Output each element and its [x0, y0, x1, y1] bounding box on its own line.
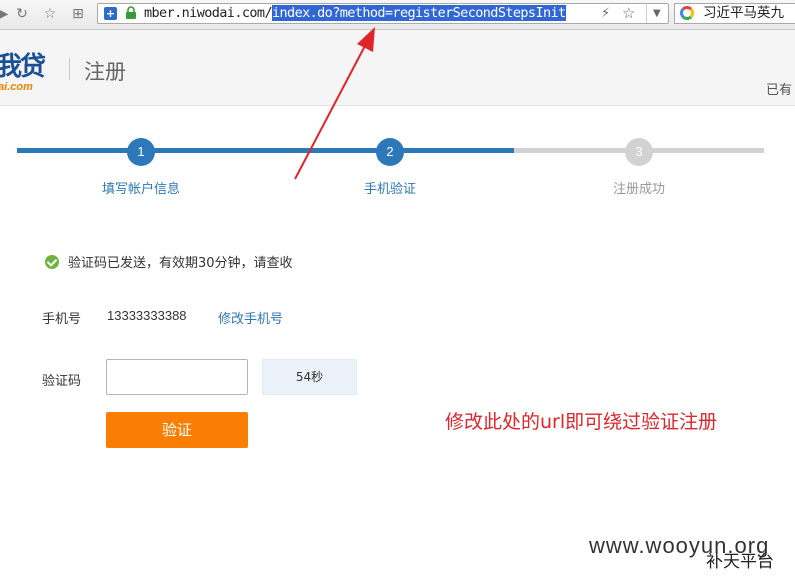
logo-domain: ai.com [0, 81, 33, 93]
grid-apps-icon[interactable]: ⊞ [69, 5, 87, 23]
resend-countdown-button[interactable]: 54秒 [262, 359, 357, 395]
verification-code-input[interactable] [106, 359, 248, 395]
reload-icon[interactable]: ↻ [13, 5, 31, 23]
address-bar[interactable]: + mber.niwodai.com/index.do?method=regis… [97, 3, 669, 24]
search-query: 习近平马英九 [703, 5, 784, 21]
lightning-icon[interactable]: ⚡ [601, 5, 610, 22]
browser-toolbar: ▶ ↻ ☆ ⊞ + mber.niwodai.com/index.do?meth… [0, 0, 795, 30]
login-hint[interactable]: 已有 [766, 79, 792, 98]
change-phone-link[interactable]: 修改手机号 [218, 308, 283, 327]
site-header: 我贷 ai.com 注册 已有 [0, 30, 795, 106]
step-3-label: 注册成功 [612, 182, 666, 197]
favorite-star-icon[interactable]: ☆ [41, 5, 59, 23]
phone-value: 13333333388 [107, 308, 187, 323]
step-1-circle: 1 [127, 138, 155, 166]
watermark-platform: 补天平台 [706, 552, 774, 572]
dropdown-arrow-icon[interactable]: ▼ [653, 5, 661, 22]
lock-icon [126, 6, 136, 19]
step-3-circle: 3 [625, 138, 653, 166]
annotation-note: 修改此处的url即可绕过验证注册 [445, 411, 718, 433]
security-shield-icon: + [104, 7, 117, 20]
header-divider [69, 58, 70, 80]
search-box[interactable]: 习近平马英九 [674, 3, 795, 24]
address-divider [646, 4, 647, 23]
step-2-circle: 2 [376, 138, 404, 166]
step-1-label: 填写帐户信息 [101, 182, 181, 197]
logo-text[interactable]: 我贷 [0, 46, 46, 83]
code-label: 验证码 [42, 374, 82, 389]
step-2-label: 手机验证 [363, 182, 417, 197]
phone-label: 手机号 [42, 312, 82, 327]
forward-icon[interactable]: ▶ [0, 5, 12, 23]
verify-button[interactable]: 验证 [106, 412, 248, 448]
url-text[interactable]: mber.niwodai.com/index.do?method=registe… [144, 5, 566, 22]
search-engine-icon [680, 6, 694, 20]
url-selected-path: index.do?method=registerSecondStepsInit [271, 5, 566, 21]
progress-track-complete [17, 148, 514, 153]
page-title: 注册 [84, 60, 126, 84]
bookmark-star-icon[interactable]: ☆ [622, 5, 635, 22]
sms-sent-notice: 验证码已发送，有效期30分钟，请查收 [68, 256, 293, 271]
success-check-icon [45, 255, 59, 269]
url-prefix: mber.niwodai.com/ [144, 5, 273, 21]
